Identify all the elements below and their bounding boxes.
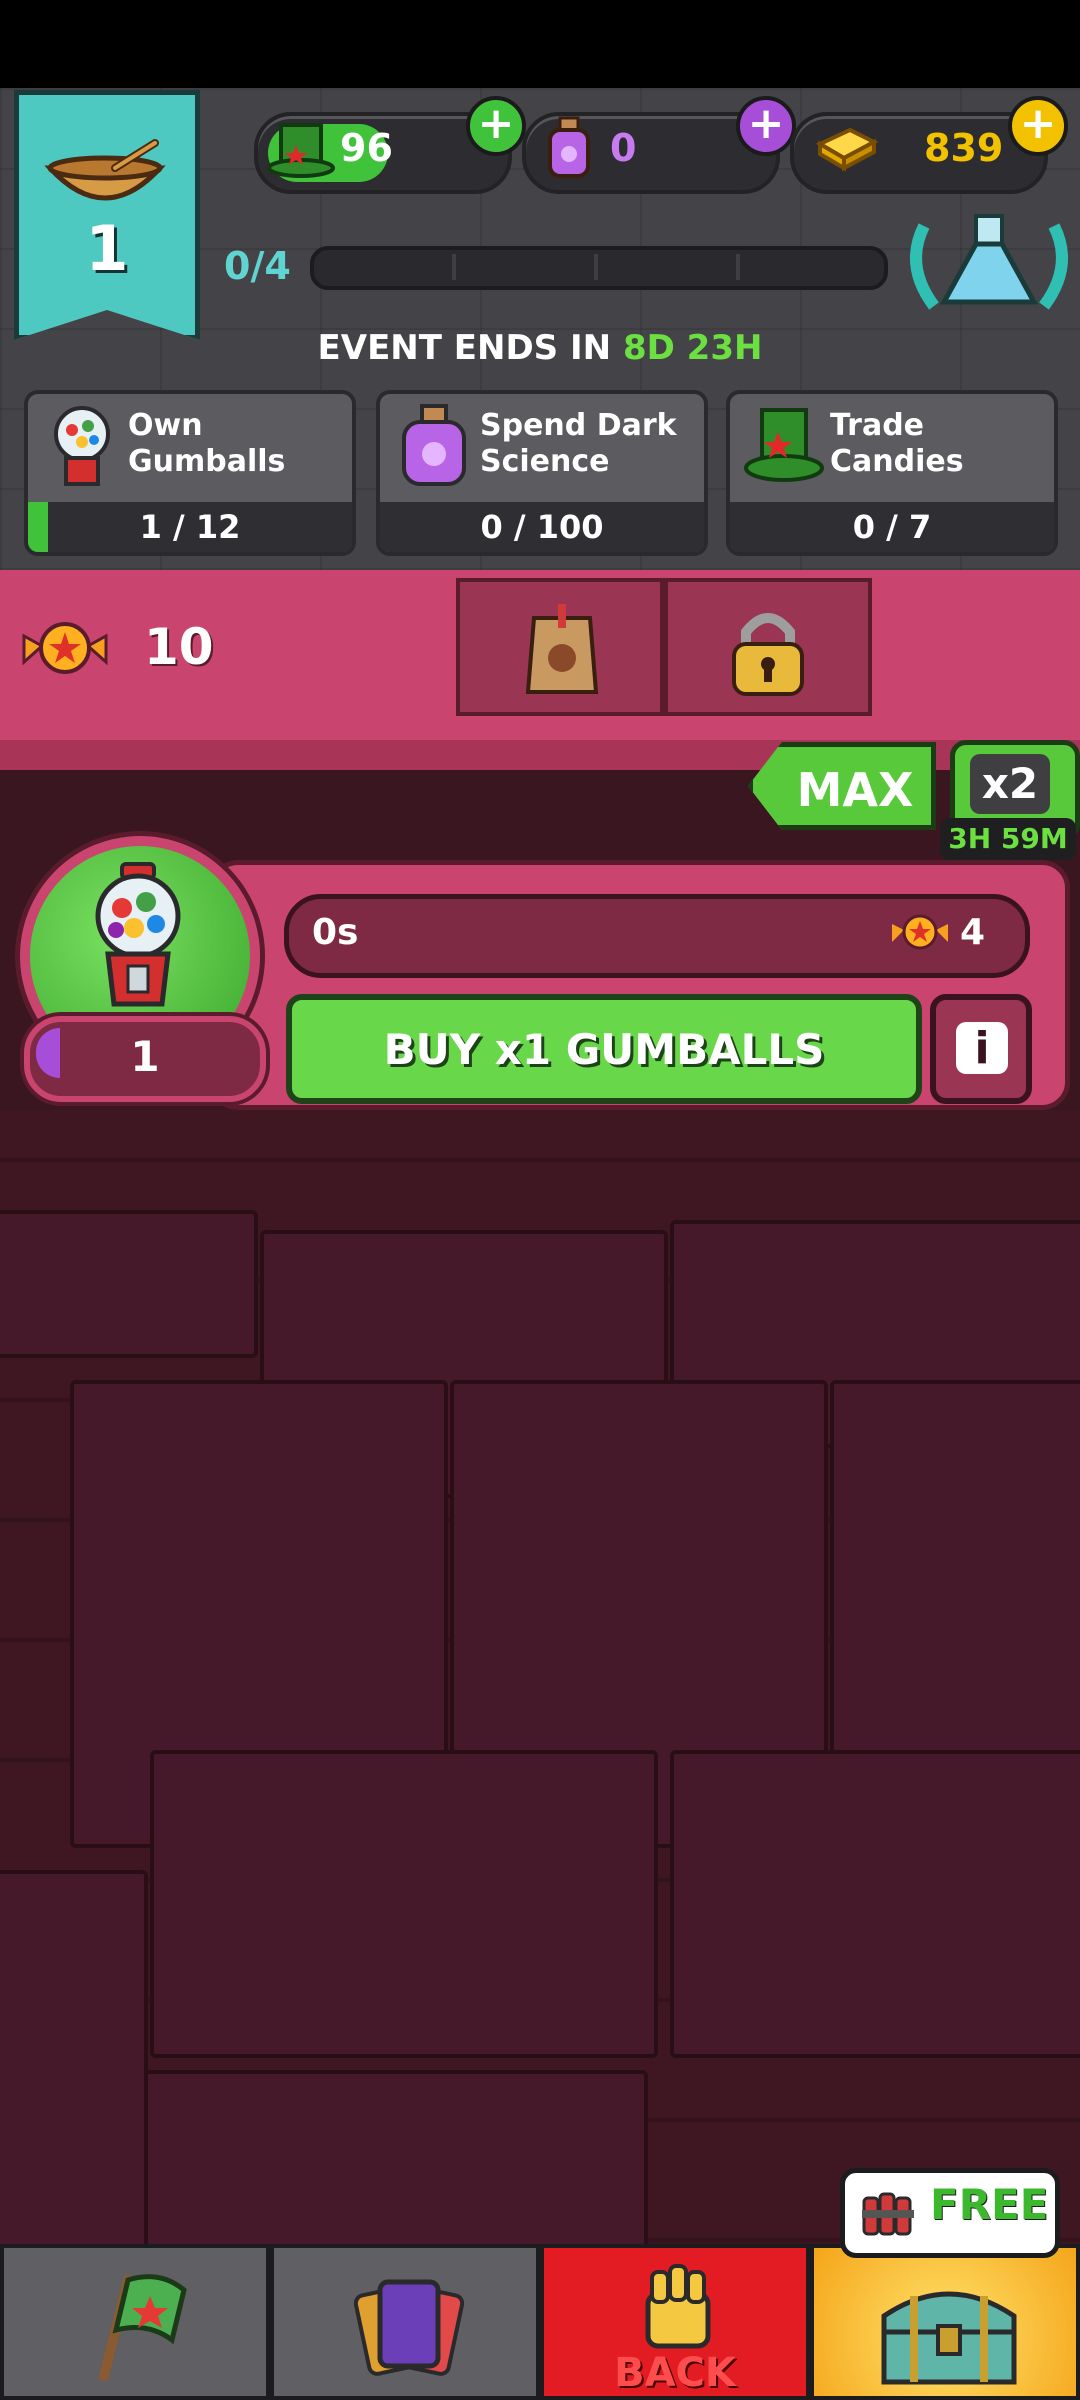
level-progress-text: 0/4	[224, 244, 291, 288]
info-button[interactable]: i	[930, 994, 1032, 1104]
dark-science-value: 0	[610, 126, 637, 170]
add-gold-button[interactable]: +	[1008, 96, 1068, 156]
x2-label: x2	[970, 754, 1050, 814]
task-card-own-gumballs[interactable]: Own Gumballs 1 / 12	[24, 390, 356, 556]
generator-timer: 0s	[312, 912, 359, 953]
task-label: Spend Dark Science	[480, 408, 677, 480]
generator-cost: 4	[960, 912, 986, 953]
event-timer: EVENT ENDS IN 8D 23H	[0, 328, 1080, 368]
player-level: 1	[85, 212, 129, 285]
task-label-line2: Candies	[830, 444, 964, 479]
potion-jar-icon	[402, 404, 466, 486]
nav-chest-button[interactable]	[810, 2244, 1080, 2400]
potion-jar-icon	[548, 116, 590, 178]
task-label: Own Gumballs	[128, 408, 285, 480]
background-wall	[0, 1110, 1080, 2298]
buy-gumballs-button[interactable]: BUY x1 GUMBALLS	[286, 994, 922, 1104]
event-time: 8D 23H	[622, 328, 763, 368]
nav-events-button[interactable]	[0, 2244, 270, 2400]
task-label-line1: Trade	[830, 408, 925, 443]
task-count: 0 / 100	[480, 508, 604, 546]
level-progress-bar	[310, 246, 888, 290]
task-label: Trade Candies	[830, 408, 964, 480]
gumball-machine-icon	[95, 862, 181, 1007]
gold-value: 839	[924, 126, 1004, 170]
task-label-line1: Own	[128, 408, 203, 443]
wall-stone	[150, 1750, 658, 2058]
candy-icon	[892, 914, 948, 950]
lock-icon	[732, 613, 804, 696]
add-hats-button[interactable]: +	[466, 96, 526, 156]
x2-timer: 3H 59M	[940, 818, 1076, 860]
task-count: 1 / 12	[139, 508, 241, 546]
green-hat-icon	[744, 408, 824, 482]
progress-divider	[594, 254, 598, 280]
wall-stone	[670, 1750, 1080, 2058]
gold-bar-icon	[815, 127, 879, 172]
info-icon: i	[956, 1022, 1008, 1074]
task-label-line1: Spend Dark	[480, 408, 677, 443]
nav-cards-button[interactable]	[270, 2244, 540, 2400]
task-label-line2: Gumballs	[128, 444, 286, 479]
green-hat-icon	[267, 123, 335, 178]
candy-count: 10	[144, 618, 214, 676]
back-label: BACK	[614, 2350, 736, 2396]
event-label: EVENT ENDS IN	[317, 328, 612, 368]
generator-level-value: 1	[130, 1032, 160, 1081]
cards-icon	[354, 2279, 464, 2376]
task-count: 0 / 7	[852, 508, 932, 546]
science-flask-icon[interactable]	[904, 206, 1074, 316]
progress-divider	[452, 254, 456, 280]
task-card-spend-dark-science[interactable]: Spend Dark Science 0 / 100	[376, 390, 708, 556]
wall-stone	[0, 1870, 148, 2298]
paper-bag-icon	[525, 604, 599, 694]
tab-bag[interactable]	[456, 578, 664, 716]
free-label: FREE	[930, 2180, 1049, 2229]
tab-locked[interactable]	[664, 578, 872, 716]
gumball-machine-icon	[54, 406, 110, 486]
wall-stone	[0, 1210, 258, 1358]
generator-level: 1	[24, 1016, 266, 1102]
progress-divider	[736, 254, 740, 280]
status-bar	[0, 0, 1080, 88]
task-label-line2: Science	[480, 444, 610, 479]
treasure-chest-icon	[881, 2291, 1017, 2385]
dynamite-icon	[862, 2192, 914, 2236]
fist-icon	[645, 2264, 711, 2349]
flag-icon	[99, 2274, 187, 2381]
add-dark-science-button[interactable]: +	[736, 96, 796, 156]
hats-value: 96	[340, 126, 393, 170]
max-button[interactable]: MAX	[748, 742, 936, 830]
candy-icon	[22, 622, 108, 674]
task-card-trade-candies[interactable]: Trade Candies 0 / 7	[726, 390, 1058, 556]
